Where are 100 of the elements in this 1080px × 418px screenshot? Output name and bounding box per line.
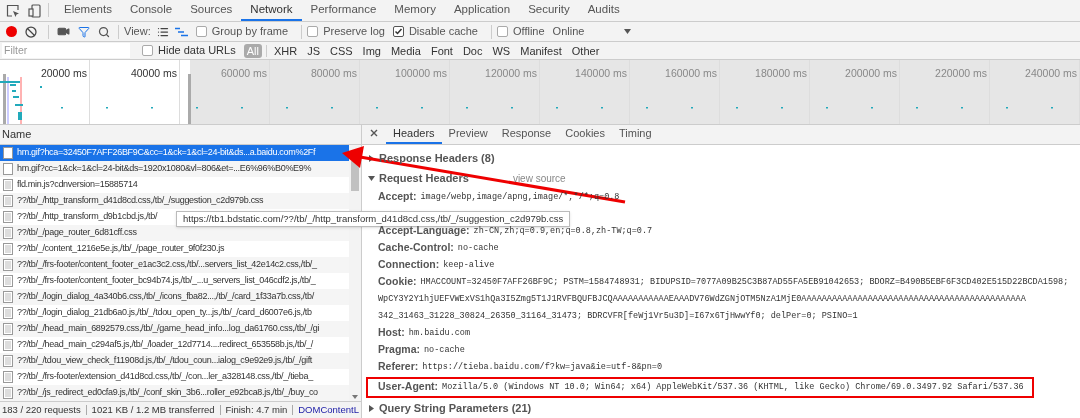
- timeline-tick-label: 100000 ms: [395, 66, 447, 79]
- search-icon[interactable]: [98, 25, 110, 38]
- checkbox[interactable]: [392, 26, 404, 37]
- header-value: 342_31463_31228_30824_26350_31164_31473; BDRCVFR[feWj1Vr5u3D]=I67x6TjHwwYf0; delPer=0; PSINO=1: [378, 309, 858, 323]
- details-tab[interactable]: Response: [494, 125, 559, 144]
- header-name: Connection:: [378, 257, 440, 273]
- document-icon: [3, 227, 13, 239]
- request-name: hm.gif?cc=1&ck=1&cl=24-bit&ds=1920x1080&vl=806&et=...E6%96%B0%E9%: [17, 162, 312, 176]
- request-name: hm.gif?hca=32450F7AFF26BF9C&cc=1&ck=1&cl=24-bit&ds...a.baidu.com%2Ff: [17, 146, 316, 160]
- checkbox[interactable]: [142, 45, 153, 56]
- panel-tab[interactable]: Memory: [385, 0, 445, 21]
- inspect-element-icon[interactable]: [6, 3, 20, 18]
- type-filter[interactable]: Media: [387, 43, 424, 58]
- header-value: HMACCOUNT=32450F7AFF26BF9C; PSTM=1584748931; BIDUPSID=7077A09B25C3B87AD55FA5EB91042653; BDORZ=B490B5EBF6F3CD402E515D22BCDA1598;: [420, 275, 1069, 289]
- request-row[interactable]: hm.gif?hca=32450F7AFF26BF9C&cc=1&ck=1&cl=24-bit&ds...a.baidu.com%2Ff: [0, 145, 349, 161]
- checkbox[interactable]: [497, 26, 508, 37]
- request-name: ??/tb/_/login_dialog_4a340b6.css,/tb/_/icons_fba82...,/tb/_/card_1f33a7b.css,/tb/: [17, 290, 314, 304]
- large-rows-icon[interactable]: [156, 25, 169, 38]
- document-icon: [3, 307, 13, 319]
- panel-tab[interactable]: Elements: [55, 0, 121, 21]
- checkbox[interactable]: [195, 26, 207, 37]
- request-name: ??/tb/_/frs-footer/content_footer_e1ac3c2.css,/tb/...servers_list_42e14c2.css,/tb/_: [17, 258, 317, 272]
- section-title[interactable]: Query String Parameters (21): [379, 400, 532, 417]
- panel-tab[interactable]: Audits: [578, 0, 629, 21]
- request-name: ??/tb/_/login_dialog_21db6a0.js,/tb/_/tdou_open_ty...js,/tb/_/card_d6007e6.js,/tb: [17, 306, 312, 320]
- document-icon: [3, 371, 13, 383]
- panel-tab[interactable]: Console: [120, 0, 182, 21]
- request-row[interactable]: ??/tb/_/frs-footer/content_footer_e1ac3c2.css,/tb/...servers_list_42e14c2.css,/tb/_: [0, 257, 349, 273]
- collapsed-triangle-icon[interactable]: [368, 155, 375, 162]
- details-tab[interactable]: Headers: [386, 125, 442, 144]
- panel-tab[interactable]: Sources: [181, 0, 242, 21]
- request-name: ??/tb/_/frs-footer/content_footer_bc94b74.js,/tb/_...u_servers_list_046cdf2.js,/tb/_: [17, 274, 316, 288]
- close-icon[interactable]: [370, 128, 378, 137]
- type-filter[interactable]: Img: [359, 43, 384, 58]
- document-icon: [3, 339, 13, 351]
- document-icon: [3, 275, 13, 287]
- status-text: 1021 KB / 1.2 MB transferred: [91, 402, 215, 417]
- status-link[interactable]: DOMContentL: [298, 402, 359, 418]
- waterfall-icon[interactable]: [174, 26, 188, 37]
- type-filter[interactable]: JS: [304, 43, 323, 58]
- request-row[interactable]: ??/tb/_/login_dialog_4a340b6.css,/tb/_/icons_fba82...,/tb/_/card_1f33a7b.css,/tb/: [0, 289, 349, 305]
- request-row[interactable]: ??/tb/_/page_router_6d81cff.css: [0, 225, 349, 241]
- request-row[interactable]: ??/tb/_/tdou_view_check_f11908d.js,/tb/_/tdou_coun...ialog_c9e92e9.js,/tb/_/gift: [0, 353, 349, 369]
- type-filter[interactable]: Manifest: [517, 43, 565, 58]
- filter-icon[interactable]: [78, 25, 90, 38]
- timeline-tick-label: 60000 ms: [220, 66, 267, 79]
- request-row[interactable]: ??/tb/_/head_main_6892579.css,/tb/_/game_head_info...log_da61760.css,/tb/_/gi: [0, 321, 349, 337]
- timeline-tick-label: 200000 ms: [845, 66, 897, 79]
- timeline-tick-label: 160000 ms: [665, 66, 717, 79]
- record-button[interactable]: [6, 26, 17, 37]
- panel-tab[interactable]: Security: [519, 0, 579, 21]
- section-title[interactable]: Request Headers: [379, 170, 469, 187]
- panel-tab[interactable]: Performance: [301, 0, 386, 21]
- type-filter[interactable]: Font: [427, 43, 456, 58]
- request-row[interactable]: ??/tb/_/js_redirect_ed0cfa9.js,/tb/_/conf_skin_3b6...roller_e92bca8.js,/tb/_/buy_co: [0, 385, 349, 401]
- filter-field[interactable]: Filter: [2, 43, 130, 58]
- device-toolbar-icon[interactable]: [28, 3, 42, 18]
- type-filter[interactable]: CSS: [326, 43, 356, 58]
- details-tab[interactable]: Timing: [612, 125, 659, 144]
- timeline-tick-label: 140000 ms: [575, 66, 627, 79]
- camera-icon[interactable]: [57, 25, 70, 38]
- document-icon: [3, 243, 13, 255]
- type-filter[interactable]: Other: [568, 43, 603, 58]
- header-value: https://tieba.baidu.com/f?kw=java&ie=utf-8&pn=0: [422, 360, 663, 374]
- header-name: Host:: [378, 325, 405, 341]
- type-filter[interactable]: Doc: [459, 43, 486, 58]
- header-name: Referer:: [378, 359, 419, 375]
- timeline-tick-label: 240000 ms: [1025, 66, 1077, 79]
- request-row[interactable]: hm.gif?cc=1&ck=1&cl=24-bit&ds=1920x1080&vl=806&et=...E6%96%B0%E9%: [0, 161, 349, 177]
- request-name: ??/tb/_/http_transform_d9b1cbd.js,/tb/: [17, 210, 158, 224]
- request-name: ??/tb/_/tdou_view_check_f11908d.js,/tb/_/tdou_coun...ialog_c9e92e9.js,/tb/_/gift: [17, 354, 313, 368]
- option-label: Offline: [513, 24, 545, 40]
- timeline-tick-label: 120000 ms: [485, 66, 537, 79]
- header-value: hm.baidu.com: [408, 326, 471, 340]
- document-icon: [3, 355, 13, 367]
- header-value: no-cache: [457, 241, 499, 255]
- clear-icon[interactable]: [25, 25, 37, 38]
- header-name: Accept-Language:: [378, 224, 470, 239]
- header-value: no-cache: [424, 343, 465, 357]
- expanded-triangle-icon[interactable]: [368, 175, 375, 182]
- header-name: Accept:: [378, 189, 417, 205]
- panel-tab[interactable]: Application: [444, 0, 520, 21]
- status-text: Finish: 4.7 min: [225, 402, 288, 417]
- request-name: ??/tb/_/http_transform_d41d8cd.css,/tb/_/suggestion_c2d979b.css: [17, 194, 264, 208]
- header-name: Cookie:: [378, 274, 417, 290]
- column-header[interactable]: Name: [2, 126, 32, 143]
- header-name: User-Agent:: [378, 379, 439, 395]
- throttling-select[interactable]: Online: [552, 23, 632, 40]
- request-name: fld.min.js?cdnversion=15885714: [17, 178, 138, 192]
- view-source-link[interactable]: view source: [512, 171, 566, 186]
- collapsed-triangle-icon[interactable]: [368, 405, 375, 412]
- timeline-tick-label: 40000 ms: [130, 66, 177, 79]
- request-row[interactable]: ??/tb/_/http_transform_d41d8cd.css,/tb/_/suggestion_c2d979b.css: [0, 193, 349, 209]
- section-title[interactable]: Response Headers (8): [379, 150, 495, 167]
- timeline-tick-label: 180000 ms: [755, 66, 807, 79]
- details-tab[interactable]: Preview: [441, 125, 495, 144]
- type-filter[interactable]: WS: [489, 43, 514, 58]
- details-tab[interactable]: Cookies: [558, 125, 612, 144]
- type-filter[interactable]: XHR: [270, 43, 301, 58]
- checkbox[interactable]: [307, 26, 319, 37]
